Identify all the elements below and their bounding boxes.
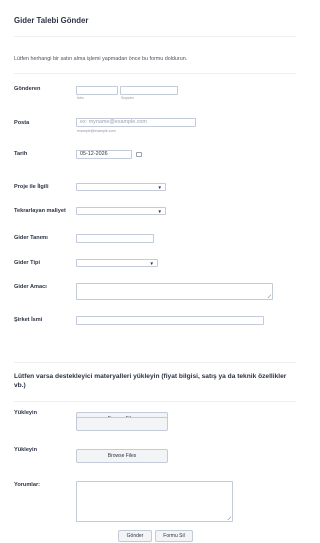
email-label: Posta <box>14 120 30 126</box>
email-input[interactable]: ex: myname@example.com <box>76 118 196 127</box>
type-label: Gider Tipi <box>14 260 41 266</box>
comments-textarea[interactable] <box>76 481 233 522</box>
date-input[interactable]: 05-12-2026 <box>76 150 132 159</box>
project-label: Proje ile İlgili <box>14 184 49 190</box>
browse-files-button-2-placeholder <box>76 417 168 431</box>
chevron-down-icon: ▼ <box>157 185 162 190</box>
first-name-sublabel: İsim <box>77 96 84 100</box>
purpose-label: Gider Amacı <box>14 284 47 290</box>
first-name-input[interactable] <box>76 86 118 95</box>
upload-heading: Lütfen varsa destekleyici materyalleri y… <box>14 373 287 389</box>
upload2-label: Yükleyin <box>14 447 38 453</box>
submit-button[interactable]: Gönder <box>118 530 152 542</box>
intro-divider <box>14 73 296 74</box>
upload-heading-divider <box>14 401 296 402</box>
company-input[interactable] <box>76 316 264 325</box>
description-label: Gider Tanımı <box>14 235 48 241</box>
date-label: Tarih <box>14 151 28 157</box>
upload1-label: Yükleyin <box>14 410 38 416</box>
recurring-select[interactable]: ▼ <box>76 207 166 215</box>
chevron-down-icon: ▼ <box>157 209 162 214</box>
comments-label: Yorumlar: <box>14 482 41 488</box>
resize-handle-icon[interactable] <box>267 294 271 298</box>
browse-files-button-2[interactable]: Browse Files <box>76 449 168 463</box>
description-input[interactable] <box>76 234 154 243</box>
calendar-icon[interactable] <box>136 152 142 157</box>
form-intro: Lütfen herhangi bir satın alma işlemi ya… <box>14 56 188 62</box>
project-select[interactable]: ▼ <box>76 183 166 191</box>
type-select[interactable]: ▼ <box>76 259 158 267</box>
header-divider <box>14 36 296 37</box>
recurring-label: Tekrarlayan maliyet <box>14 208 66 214</box>
section-divider <box>14 362 296 363</box>
purpose-textarea[interactable] <box>76 283 273 300</box>
clear-form-button[interactable]: Formu Sil <box>155 530 193 542</box>
company-label: Şirket İsmi <box>14 317 43 323</box>
sender-label: Gönderen <box>14 86 41 92</box>
last-name-input[interactable] <box>120 86 178 95</box>
resize-handle-icon[interactable] <box>227 516 231 520</box>
last-name-sublabel: Soyisim <box>121 96 134 100</box>
email-sublabel: example@example.com <box>77 129 116 133</box>
form-title: Gider Talebi Gönder <box>14 16 89 25</box>
chevron-down-icon: ▼ <box>149 261 154 266</box>
